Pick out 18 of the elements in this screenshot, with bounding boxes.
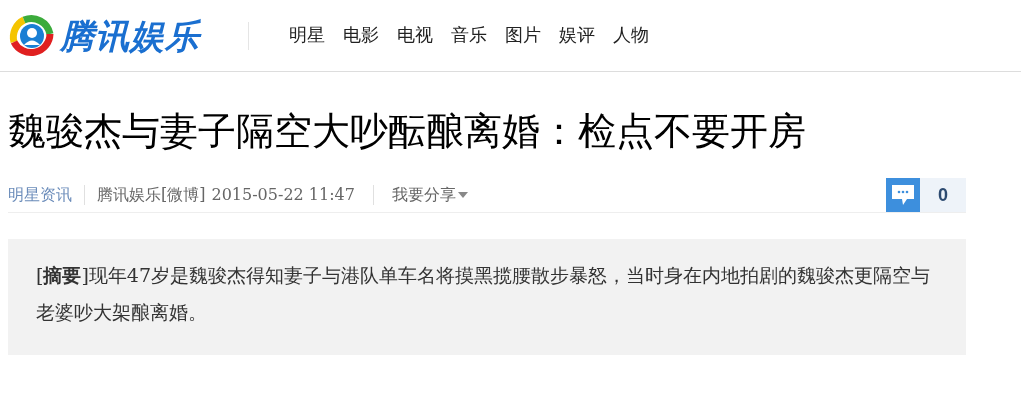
nav-link[interactable]: 人物 [613,22,649,49]
category-link[interactable]: 明星资讯 [8,183,72,207]
publish-time: 2015-05-22 11:47 [211,184,355,206]
comment-button[interactable]: 0 [886,178,966,212]
nav-link[interactable]: 电视 [397,22,433,49]
summary-text: [摘要]现年47岁是魏骏杰得知妻子与港队单车名将摸黑揽腰散步暴怒，当时身在内地拍剧的魏骏杰更隔空与老婆吵大架酿离婚。 [36,263,931,325]
nav-link[interactable]: 图片 [505,22,541,49]
nav-link[interactable]: 电影 [343,22,379,49]
nav-link[interactable]: 音乐 [451,22,487,49]
caret-icon [457,192,468,198]
logo-text: 腾讯娱乐 [60,18,200,53]
comment-count: 0 [937,183,949,207]
comment-icon [891,184,915,206]
nav-link[interactable]: 明星 [289,22,325,49]
source-link[interactable]: 腾讯娱乐[微博] [97,183,206,207]
share-button[interactable]: 我要分享 [391,183,468,207]
article-title: 魏骏杰与妻子隔空大吵酝酿离婚：检点不要开房 [8,109,807,154]
nav-link[interactable]: 娱评 [559,22,595,49]
